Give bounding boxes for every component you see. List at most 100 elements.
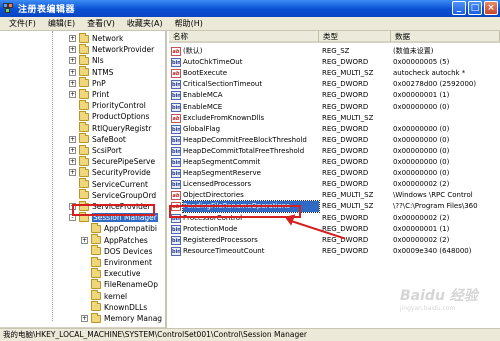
folder-icon xyxy=(79,88,89,99)
tree-item-label: ServiceCurrent xyxy=(92,179,148,189)
value-data: 0x00278d00 (2592000) xyxy=(393,80,477,89)
binary-value-icon: bin xyxy=(171,235,181,245)
tree-item-label: Environment xyxy=(104,258,152,267)
tree-item[interactable]: + PnP xyxy=(69,77,106,89)
tree-item[interactable]: ServiceGroupOrd xyxy=(69,189,156,201)
value-data: 0x00000000 (0) xyxy=(393,124,450,133)
tree-item[interactable]: + Nls xyxy=(69,54,104,66)
tree-item[interactable]: + Network xyxy=(69,32,123,44)
tree-item[interactable]: PriorityControl xyxy=(69,99,146,111)
value-row[interactable]: bin GlobalFlag REG_DWORD 0x00000000 (0) xyxy=(169,124,500,135)
tree-item[interactable]: DOS Devices xyxy=(81,245,152,257)
expand-icon[interactable]: + xyxy=(69,135,76,143)
expand-icon[interactable]: + xyxy=(69,91,76,98)
value-name: LicensedProcessors xyxy=(183,180,252,189)
tree-item-label: NetworkProvider xyxy=(92,45,155,55)
binary-value-icon: bin xyxy=(171,135,181,145)
close-button[interactable]: × xyxy=(484,1,498,15)
expand-icon[interactable]: + xyxy=(69,169,76,177)
value-row[interactable]: ab BootExecute REG_MULTI_SZ autocheck autoc… xyxy=(169,68,500,79)
menu-view[interactable]: 查看(V) xyxy=(81,18,121,29)
expand-icon[interactable]: + xyxy=(69,68,76,76)
value-row[interactable]: ab ObjectDirectories REG_MULTI_SZ \Windows … xyxy=(169,190,500,201)
registry-values-pane[interactable]: 名称 类型 数据 ab (默认) REG_SZ (数值未设置)bin AutoChkTi… xyxy=(169,31,500,328)
value-row[interactable]: bin HeapDeCommitFreeBlockThreshold REG_DWO… xyxy=(169,135,500,146)
watermark-sub: jingyan.baidu.com xyxy=(400,305,456,312)
value-row[interactable]: bin ProtectionMode REG_DWORD 0x00000001 (1) xyxy=(169,224,500,235)
binary-value-icon: bin xyxy=(171,91,181,101)
expand-icon[interactable]: + xyxy=(69,79,76,87)
value-row[interactable]: bin HeapSegmentCommit REG_DWORD 0x00000000 … xyxy=(169,157,500,168)
expand-icon[interactable]: + xyxy=(69,158,76,166)
expand-icon[interactable]: + xyxy=(81,236,88,244)
value-row[interactable]: bin CriticalSectionTimeout REG_DWORD 0x0027… xyxy=(169,79,500,90)
value-row[interactable]: bin HeapDeCommitTotalFreeThreshold REG_DWO… xyxy=(169,146,500,157)
expand-icon[interactable]: + xyxy=(69,57,76,65)
menu-favorites[interactable]: 收藏夹(A) xyxy=(121,18,169,29)
menu-file[interactable]: 文件(F) xyxy=(3,18,42,29)
folder-icon xyxy=(79,32,89,43)
folder-icon xyxy=(91,301,101,312)
string-value-icon: ab xyxy=(171,191,181,201)
value-type: REG_DWORD xyxy=(322,180,369,189)
value-type: REG_DWORD xyxy=(322,235,369,244)
registry-tree-pane[interactable]: ◀ ▶ +Network+NetworkProvider+Nls+NTMS+Pn… xyxy=(0,31,167,328)
tree-item[interactable]: Environment xyxy=(81,256,152,268)
tree-item[interactable]: + ScsiPort xyxy=(69,144,122,156)
value-type: REG_MULTI_SZ xyxy=(322,191,374,200)
tree-item[interactable]: ServiceCurrent xyxy=(69,178,148,190)
value-name: ExcludeFromKnownDlls xyxy=(183,113,265,122)
value-row[interactable]: bin LicensedProcessors REG_DWORD 0x00000002… xyxy=(169,179,500,190)
tree-item-label: ProductOptions xyxy=(92,112,150,122)
tree-item[interactable]: + Memory Manag xyxy=(81,312,163,324)
value-name: AutoChkTimeOut xyxy=(183,58,243,67)
tree-item[interactable]: Executive xyxy=(81,267,141,279)
binary-value-icon: bin xyxy=(171,124,181,134)
folder-icon xyxy=(79,144,89,155)
value-data: 0x00000000 (0) xyxy=(393,169,450,178)
expand-icon[interactable]: + xyxy=(69,35,76,42)
tree-item-label: Memory Manag xyxy=(104,314,163,323)
expand-icon[interactable]: + xyxy=(69,46,76,54)
tree-item[interactable]: FileRenameOp xyxy=(81,278,158,290)
value-row[interactable]: bin EnableMCA REG_DWORD 0x00000001 (1) xyxy=(169,90,500,101)
value-row[interactable]: ab ExcludeFromKnownDlls REG_MULTI_SZ xyxy=(169,113,500,124)
tree-item[interactable]: + Print xyxy=(69,88,109,100)
folder-icon xyxy=(91,267,101,278)
tree-item[interactable]: kernel xyxy=(81,290,127,302)
watermark-main: Baidu 经验 xyxy=(400,288,478,304)
folder-icon xyxy=(79,178,89,189)
folder-icon xyxy=(91,278,101,289)
tree-item[interactable]: + SafeBoot xyxy=(69,133,126,145)
expand-icon[interactable]: + xyxy=(81,315,88,322)
maximize-button[interactable]: □ xyxy=(468,1,482,15)
tree-item[interactable]: + NTMS xyxy=(69,66,113,78)
menu-help[interactable]: 帮助(H) xyxy=(169,18,209,29)
menu-edit[interactable]: 编辑(E) xyxy=(42,18,81,29)
expand-icon[interactable]: + xyxy=(69,147,76,154)
value-row[interactable]: bin AutoChkTimeOut REG_DWORD 0x00000005 (5) xyxy=(169,57,500,68)
column-header-type[interactable]: 类型 xyxy=(319,31,391,43)
binary-value-icon: bin xyxy=(171,224,181,234)
folder-icon xyxy=(79,133,89,144)
value-row[interactable]: bin EnableMCE REG_DWORD 0x00000000 (0) xyxy=(169,102,500,113)
value-name: HeapSegmentReserve xyxy=(183,169,261,178)
tree-item[interactable]: + NetworkProvider xyxy=(69,43,155,55)
value-row[interactable]: bin ResourceTimeoutCount REG_DWORD 0x0009e3… xyxy=(169,246,500,257)
tree-item[interactable]: + SecurePipeServe xyxy=(69,155,155,167)
folder-icon xyxy=(91,234,101,245)
value-row[interactable]: ab (默认) REG_SZ (数值未设置) xyxy=(169,46,500,57)
tree-item[interactable]: ProductOptions xyxy=(69,110,150,122)
tree-item[interactable]: RtlQueryRegistr xyxy=(69,122,151,134)
minimize-button[interactable]: _ xyxy=(452,1,466,15)
column-header-data[interactable]: 数据 xyxy=(391,31,500,43)
tree-item[interactable]: AppCompatibi xyxy=(81,222,158,234)
value-type: REG_DWORD xyxy=(322,58,369,67)
tree-item[interactable]: KnownDLLs xyxy=(81,301,147,313)
value-row[interactable]: bin HeapSegmentReserve REG_DWORD 0x00000000… xyxy=(169,168,500,179)
tree-item-label: AppCompatibi xyxy=(104,224,158,234)
title-bar[interactable]: 注册表编辑器 _ □ × xyxy=(0,0,500,17)
tree-item[interactable]: + AppPatches xyxy=(81,234,148,246)
tree-item[interactable]: + SecurityProvide xyxy=(69,166,151,178)
column-header-name[interactable]: 名称 xyxy=(169,31,319,43)
